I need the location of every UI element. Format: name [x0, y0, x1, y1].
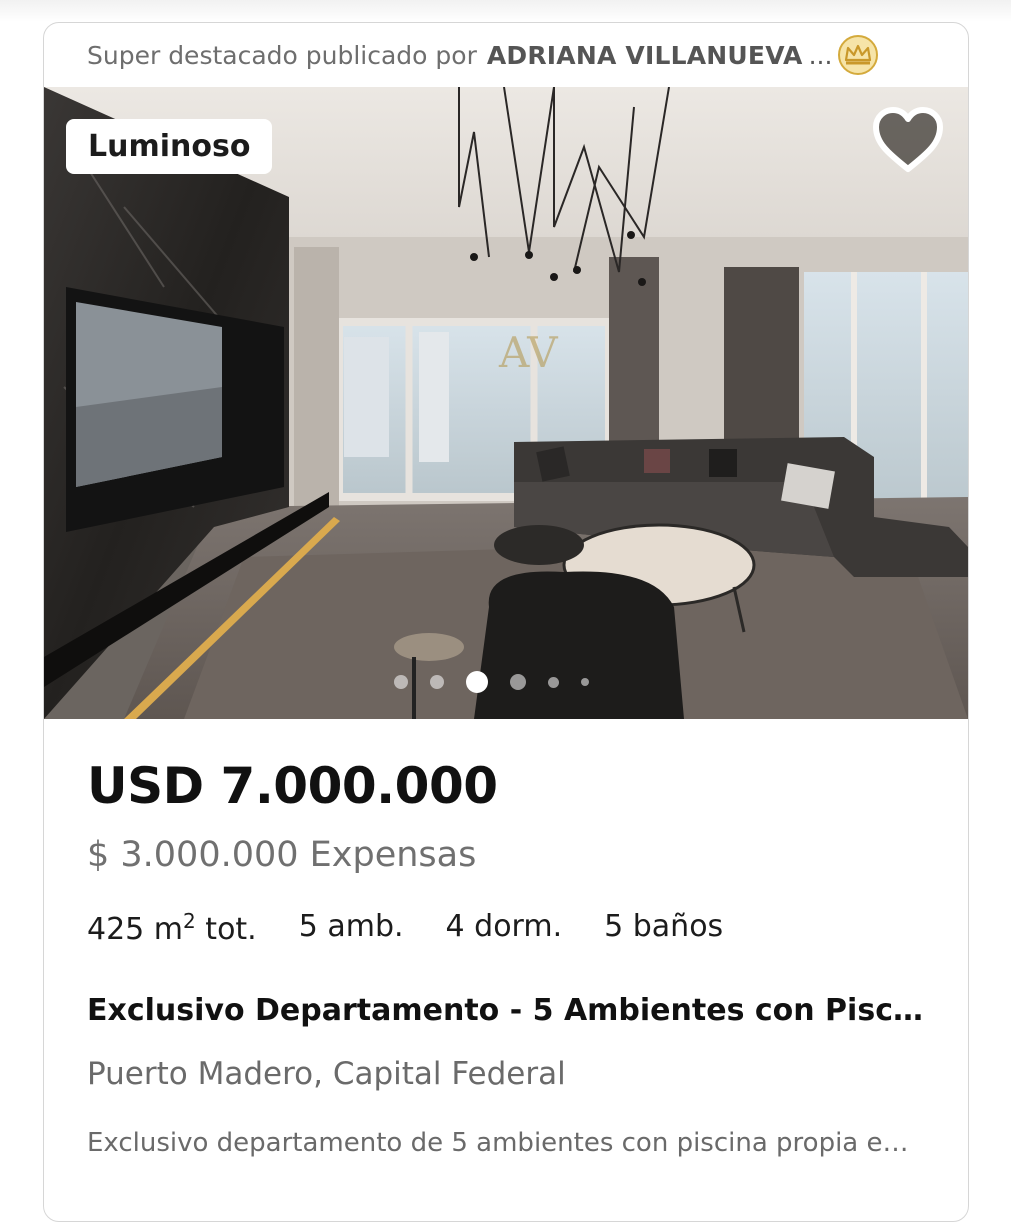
heart-icon[interactable] — [870, 105, 946, 177]
feature-area-suffix: tot. — [195, 912, 257, 947]
carousel-dots — [44, 671, 968, 693]
living-room-photo: AV — [44, 87, 968, 719]
feature-tag: Luminoso — [66, 119, 273, 174]
feature-banos: 5 baños — [604, 909, 724, 944]
expensas: $ 3.000.000 Expensas — [87, 835, 477, 875]
published-by-label: Super destacado publicado por — [87, 40, 477, 70]
listing-title[interactable]: Exclusivo Departamento - 5 Ambientes con… — [87, 993, 927, 1028]
listing-photo[interactable]: AV Luminoso — [44, 87, 968, 719]
publisher-name[interactable]: ADRIANA VILLANUEVA — [487, 41, 803, 70]
price: USD 7.000.000 — [87, 757, 498, 815]
listing-details: USD 7.000.000 $ 3.000.000 Expensas 425 m… — [44, 719, 968, 1158]
listing-location: Puerto Madero, Capital Federal — [87, 1056, 566, 1092]
crown-icon — [838, 35, 879, 75]
listing-card[interactable]: Super destacado publicado por ADRIANA VI… — [43, 22, 969, 1222]
feature-area: 425 m2 tot. — [87, 909, 257, 947]
card-header: Super destacado publicado por ADRIANA VI… — [44, 23, 968, 87]
svg-text:AV: AV — [498, 328, 558, 377]
feature-area-value: 425 m — [87, 912, 184, 947]
carousel-dot-active[interactable] — [465, 671, 488, 693]
feature-dormitorios: 4 dorm. — [445, 909, 563, 944]
feature-area-sup: 2 — [183, 909, 196, 933]
carousel-dot[interactable] — [393, 675, 408, 689]
carousel-dot[interactable] — [509, 674, 526, 690]
carousel-dot[interactable] — [580, 678, 589, 686]
feature-ambientes: 5 amb. — [298, 909, 404, 944]
carousel-dot[interactable] — [547, 676, 559, 688]
publisher-ellipsis: ... — [808, 40, 833, 70]
carousel-dot[interactable] — [429, 675, 444, 689]
features-row: 425 m2 tot. 5 amb. 4 dorm. 5 baños — [87, 909, 925, 947]
top-shade — [0, 0, 1011, 22]
listing-description: Exclusivo departamento de 5 ambientes co… — [87, 1128, 917, 1158]
